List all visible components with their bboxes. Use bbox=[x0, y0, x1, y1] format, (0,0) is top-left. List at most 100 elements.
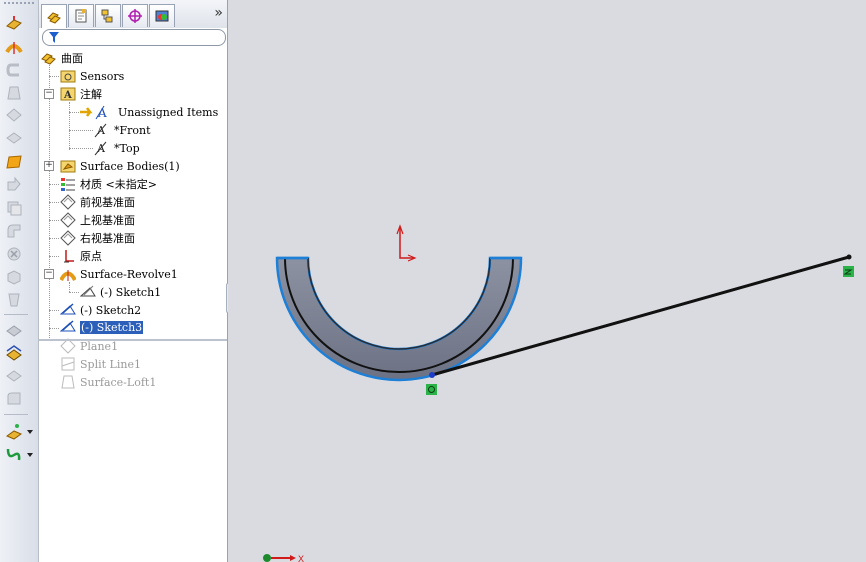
collapse-annotations-toggle[interactable]: − bbox=[44, 89, 54, 99]
thicken-icon bbox=[8, 293, 20, 307]
surface-flatten-button[interactable] bbox=[3, 390, 25, 408]
extend-surface-button[interactable] bbox=[3, 176, 25, 194]
tree-connector bbox=[69, 282, 70, 292]
tree-item-top-plane[interactable]: 上视基准面 bbox=[60, 211, 135, 229]
boundary-surface-icon bbox=[6, 108, 22, 122]
curves-dropdown-arrow[interactable] bbox=[27, 451, 33, 459]
revolved-surface-button[interactable] bbox=[3, 38, 25, 56]
tree-item-label: 前视基准面 bbox=[80, 196, 135, 209]
model-view[interactable]: X bbox=[228, 0, 866, 562]
unassigned-items-icon: A bbox=[80, 104, 114, 120]
swept-surface-icon bbox=[6, 63, 19, 77]
tree-item-unassigned[interactable]: A Unassigned Items bbox=[80, 103, 218, 121]
more-tabs-button[interactable]: » bbox=[214, 5, 223, 21]
boundary-surface-button[interactable] bbox=[3, 106, 25, 124]
thicken-button[interactable] bbox=[3, 291, 25, 309]
surface-flatten-icon bbox=[7, 392, 21, 405]
planar-surface-button[interactable] bbox=[3, 153, 25, 171]
triad-x-label: X bbox=[298, 554, 304, 562]
replace-face-button[interactable] bbox=[3, 367, 25, 385]
curves-button[interactable] bbox=[3, 445, 25, 463]
revolved-surface-icon bbox=[59, 266, 77, 282]
tree-item-sketch1[interactable]: (-) Sketch1 bbox=[79, 283, 161, 301]
annotation-view-icon: A bbox=[94, 140, 110, 156]
trim-surface-button[interactable] bbox=[3, 199, 25, 217]
tree-item-sketch2[interactable]: (-) Sketch2 bbox=[59, 301, 142, 319]
tab-feature-manager[interactable] bbox=[41, 4, 67, 28]
tree-connector bbox=[49, 238, 59, 239]
tab-display-manager[interactable] bbox=[149, 4, 175, 27]
manager-tabs: » bbox=[39, 0, 227, 28]
plane-icon bbox=[60, 230, 76, 246]
tree-item-sketch3[interactable]: (-) Sketch3 bbox=[59, 318, 144, 336]
display-manager-icon bbox=[155, 10, 169, 22]
delete-face-icon bbox=[7, 247, 21, 261]
tree-item-right-plane[interactable]: 右视基准面 bbox=[60, 229, 135, 247]
sketch-relation-marker[interactable] bbox=[426, 384, 437, 395]
graphics-area[interactable]: X bbox=[228, 0, 866, 562]
tab-property-manager[interactable] bbox=[68, 4, 94, 27]
untrim-surface-button[interactable] bbox=[3, 222, 25, 240]
tree-item-label: Unassigned Items bbox=[118, 105, 219, 119]
trim-surface-icon bbox=[7, 201, 22, 216]
tree-item-surface-bodies[interactable]: Surface Bodies(1) bbox=[60, 157, 180, 175]
fill-surface-button[interactable] bbox=[3, 321, 25, 339]
tree-item-sensors[interactable]: Sensors bbox=[60, 67, 124, 85]
mid-surface-button[interactable] bbox=[3, 344, 25, 362]
untrim-surface-icon bbox=[7, 224, 21, 238]
tree-item-front-plane[interactable]: 前视基准面 bbox=[60, 193, 135, 211]
filter-icon bbox=[49, 32, 59, 43]
tree-item-label: 注解 bbox=[80, 88, 102, 101]
expand-surface-bodies-toggle[interactable]: + bbox=[44, 161, 54, 171]
tree-connector bbox=[69, 130, 93, 131]
tree-item-label: 原点 bbox=[80, 250, 102, 263]
extruded-surface-button[interactable] bbox=[3, 14, 25, 32]
offset-surface-button[interactable] bbox=[3, 129, 25, 147]
surface-bodies-folder-icon bbox=[60, 158, 76, 174]
lofted-surface-icon bbox=[7, 86, 21, 100]
tree-item-label: 上视基准面 bbox=[80, 214, 135, 227]
dimxpert-icon bbox=[128, 9, 142, 23]
tree-item-surface-revolve[interactable]: Surface-Revolve1 bbox=[59, 265, 178, 283]
replace-face-icon bbox=[6, 370, 22, 382]
tree-item-label: (-) Sketch3 bbox=[80, 320, 144, 334]
tree-item-label: Sensors bbox=[80, 69, 125, 83]
planar-surface-icon bbox=[6, 155, 22, 169]
tree-item-material[interactable]: 材质 <未指定> bbox=[60, 175, 157, 193]
material-icon bbox=[60, 176, 76, 192]
knit-surface-button[interactable] bbox=[3, 268, 25, 286]
sketch-icon bbox=[59, 319, 76, 335]
collapse-revolve-toggle[interactable]: − bbox=[44, 269, 54, 279]
swept-surface-button[interactable] bbox=[3, 61, 25, 79]
part-icon bbox=[41, 50, 57, 66]
toolbar-grip[interactable] bbox=[4, 2, 34, 8]
reference-geometry-dropdown-arrow[interactable] bbox=[27, 428, 33, 436]
tab-dimxpert-manager[interactable] bbox=[122, 4, 148, 27]
lofted-surface-button[interactable] bbox=[3, 84, 25, 102]
tree-item-annotations[interactable]: A 注解 bbox=[60, 85, 102, 103]
sketch-relation-marker[interactable] bbox=[843, 266, 854, 277]
tree-item-label: (-) Sketch2 bbox=[80, 303, 142, 317]
tree-item-front-annotation[interactable]: A *Front bbox=[94, 121, 151, 139]
knit-surface-icon bbox=[7, 270, 21, 285]
tree-item-split-line[interactable]: Split Line1 bbox=[60, 355, 141, 373]
tree-item-top-annotation[interactable]: A *Top bbox=[94, 139, 140, 157]
tree-connector bbox=[69, 112, 79, 113]
configuration-icon bbox=[101, 9, 113, 23]
features-toolbar bbox=[0, 0, 39, 562]
tree-item-surface-loft[interactable]: Surface-Loft1 bbox=[60, 373, 156, 391]
tree-item-root[interactable]: 曲面 bbox=[41, 49, 83, 67]
reference-triad: X bbox=[263, 554, 304, 562]
reference-geometry-icon bbox=[5, 424, 23, 440]
rollback-bar[interactable] bbox=[39, 339, 227, 341]
chevron-down-icon bbox=[27, 430, 33, 434]
tree-item-label: 曲面 bbox=[61, 52, 83, 65]
plane-icon bbox=[60, 194, 76, 210]
delete-face-button[interactable] bbox=[3, 245, 25, 263]
tree-filter-input[interactable] bbox=[42, 29, 226, 46]
reference-geometry-button[interactable] bbox=[3, 422, 25, 440]
tree-item-origin[interactable]: 原点 bbox=[60, 247, 102, 265]
tab-configuration-manager[interactable] bbox=[95, 4, 121, 27]
toolbar-separator bbox=[4, 314, 28, 315]
chevron-down-icon bbox=[27, 453, 33, 457]
